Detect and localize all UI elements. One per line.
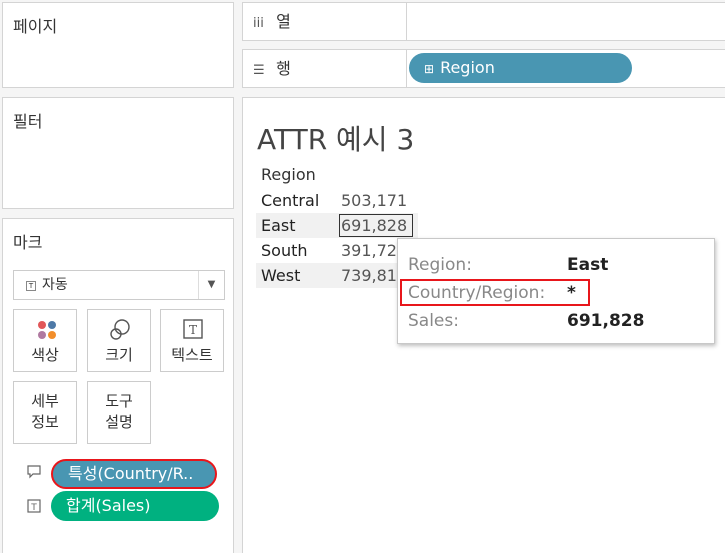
table-row[interactable]: South 391,72 (256, 238, 418, 263)
filters-panel[interactable]: 필터 (2, 97, 234, 209)
marks-panel-title: 마크 (13, 233, 43, 252)
expand-plus-icon: ⊞ (424, 62, 435, 76)
selected-cell-outline (339, 214, 413, 237)
size-button-label: 크기 (105, 346, 133, 364)
region-pill[interactable]: ⊞ Region (409, 53, 632, 83)
view-title: ATTR 예시 3 (257, 123, 415, 156)
detail-button[interactable]: 세부 정보 (13, 381, 77, 444)
text-shelf-icon: T (27, 499, 41, 516)
tooltip-button-label: 도구 설명 (105, 392, 133, 431)
mark-tooltip: Region: East Country/Region: * Sales: 691,8… (397, 238, 715, 344)
table-row[interactable]: Central 503,171 (256, 188, 418, 213)
color-button[interactable]: 색상 (13, 309, 77, 372)
size-circles-icon (110, 319, 130, 340)
tooltip-region-row: Region: East (408, 255, 609, 275)
size-button[interactable]: 크기 (87, 309, 151, 372)
color-dots-icon (36, 320, 58, 342)
mark-type-dropdown[interactable]: T 자동 ▼ (13, 270, 225, 300)
mark-type-value: 자동 (42, 277, 68, 293)
highlight-box (400, 279, 590, 306)
sum-sales-pill[interactable]: 합계(Sales) (51, 491, 219, 521)
tooltip-sales-row: Sales: 691,828 (408, 311, 645, 331)
columns-icon: iii (253, 16, 264, 31)
pages-panel-title: 페이지 (13, 17, 58, 36)
detail-button-label: 세부 정보 (31, 392, 59, 431)
tooltip-shelf-icon (27, 465, 41, 482)
table-row[interactable]: West 739,81 (256, 263, 418, 288)
chevron-down-icon[interactable]: ▼ (198, 271, 224, 299)
svg-text:T: T (189, 323, 197, 337)
pages-panel[interactable]: 페이지 (2, 2, 234, 88)
svg-text:T: T (30, 503, 37, 513)
text-button[interactable]: T 텍스트 (160, 309, 224, 372)
columns-shelf[interactable]: iii 열 (242, 2, 725, 41)
filters-panel-title: 필터 (13, 112, 43, 131)
text-box-icon: T (183, 319, 203, 339)
rows-shelf-label: ☰ 행 (243, 50, 407, 87)
columns-shelf-label: iii 열 (243, 3, 407, 40)
tooltip-button[interactable]: 도구 설명 (87, 381, 151, 444)
text-mark-icon: T (26, 281, 36, 291)
rows-icon: ☰ (253, 63, 265, 78)
region-column-header: Region (261, 165, 316, 184)
color-button-label: 색상 (31, 346, 59, 364)
rows-shelf[interactable]: ☰ 행 ⊞ Region (242, 49, 725, 88)
attr-country-pill[interactable]: 특성(Country/R.. (51, 459, 217, 489)
marks-panel: 마크 T 자동 ▼ 색상 크기 T 텍스트 세부 정보 도구 설명 특성(Cou… (2, 218, 234, 553)
text-button-label: 텍스트 (171, 346, 213, 364)
